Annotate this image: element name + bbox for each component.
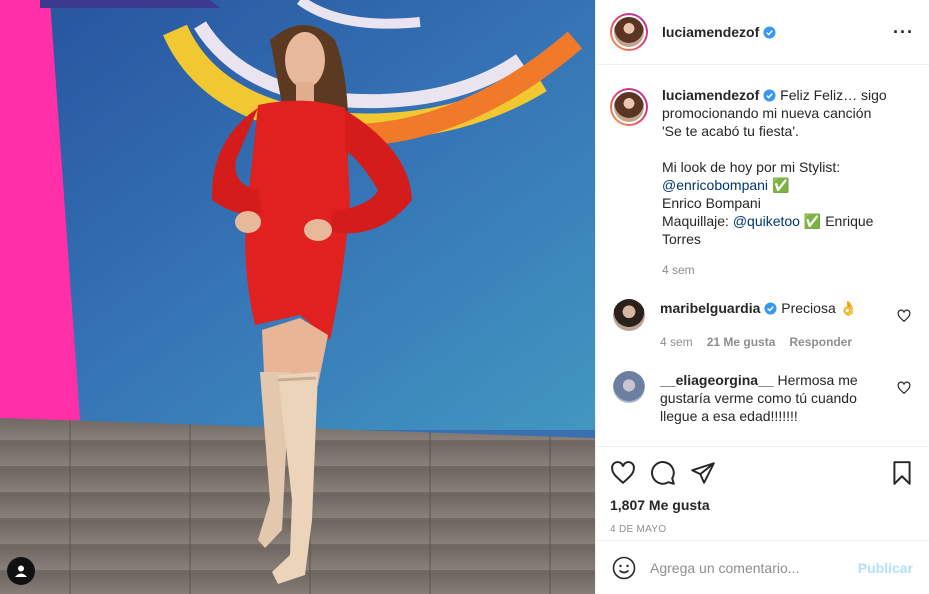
user-icon <box>15 565 27 577</box>
comments-list: luciamendezof Feliz Feliz… sigo promocio… <box>596 66 929 446</box>
comment-username[interactable]: __eliageorgina__ <box>660 372 774 388</box>
share-paper-plane-icon[interactable] <box>690 460 716 486</box>
photo-illustration <box>0 0 595 594</box>
caption: luciamendezof Feliz Feliz… sigo promocio… <box>610 86 913 279</box>
post-header: luciamendezof ··· <box>596 0 929 65</box>
like-comment-heart-icon[interactable] <box>897 381 911 395</box>
post-actions: 1,807 Me gusta 4 DE MAYO <box>596 446 929 542</box>
caption-meta: 4 sem <box>662 261 894 279</box>
verified-badge-icon <box>763 89 776 102</box>
caption-text-2: Mi look de hoy por mi Stylist: <box>662 159 841 175</box>
mention-link[interactable]: @quiketoo <box>733 213 800 229</box>
more-options-icon[interactable]: ··· <box>893 22 914 43</box>
author-username[interactable]: luciamendezof <box>662 24 759 40</box>
comment-body: __eliageorgina__ Hermosa me gustaría ver… <box>660 371 892 425</box>
caption-text-3: Enrico Bompani <box>662 195 761 211</box>
mention-link[interactable]: @enricobompani <box>662 177 768 193</box>
caption-username[interactable]: luciamendezof <box>662 87 759 103</box>
verified-badge-icon <box>763 25 776 39</box>
comment-username[interactable]: maribelguardia <box>660 300 760 316</box>
verified-badge-icon <box>764 302 777 315</box>
comment-body: maribelguardia Preciosa 👌 4 sem 21 Me gu… <box>660 299 892 351</box>
comment-input[interactable] <box>650 559 858 576</box>
caption-body: luciamendezof Feliz Feliz… sigo promocio… <box>662 86 894 279</box>
like-comment-heart-icon[interactable] <box>897 309 911 323</box>
caption-text-4-prefix: Maquillaje: <box>662 213 729 229</box>
reply-button[interactable]: Responder <box>789 333 852 351</box>
ok-hand-emoji: 👌 <box>839 300 858 316</box>
comment-text: Preciosa <box>781 300 836 316</box>
author-avatar[interactable] <box>610 13 648 51</box>
comment-meta: 4 sem 21 Me gusta Responder <box>660 333 892 351</box>
like-count[interactable]: 1,807 Me gusta <box>610 497 915 513</box>
like-heart-icon[interactable] <box>610 460 636 486</box>
post-side-panel: luciamendezof ··· luciamendezof Feliz Fe… <box>595 0 929 594</box>
caption-time[interactable]: 4 sem <box>662 261 695 279</box>
action-icons <box>610 459 915 487</box>
commenter-avatar[interactable] <box>613 299 645 331</box>
check-emoji: ✅ <box>771 177 790 193</box>
commenter-avatar[interactable] <box>613 371 645 403</box>
comment-item: __eliageorgina__ Hermosa me gustaría ver… <box>610 371 913 425</box>
comment-item: maribelguardia Preciosa 👌 4 sem 21 Me gu… <box>610 299 913 351</box>
caption-avatar[interactable] <box>610 88 648 126</box>
check-emoji: ✅ <box>803 213 822 229</box>
comment-likes[interactable]: 21 Me gusta <box>707 333 776 351</box>
emoji-smiley-icon[interactable] <box>612 556 636 580</box>
tagged-user-button[interactable] <box>7 557 35 585</box>
publish-button[interactable]: Publicar <box>858 560 913 576</box>
post-photo[interactable] <box>0 0 595 594</box>
comment-bubble-icon[interactable] <box>650 460 676 486</box>
post-date[interactable]: 4 DE MAYO <box>610 524 915 535</box>
save-bookmark-icon[interactable] <box>889 460 915 486</box>
add-comment-bar: Publicar <box>596 540 929 594</box>
comment-time[interactable]: 4 sem <box>660 333 693 351</box>
